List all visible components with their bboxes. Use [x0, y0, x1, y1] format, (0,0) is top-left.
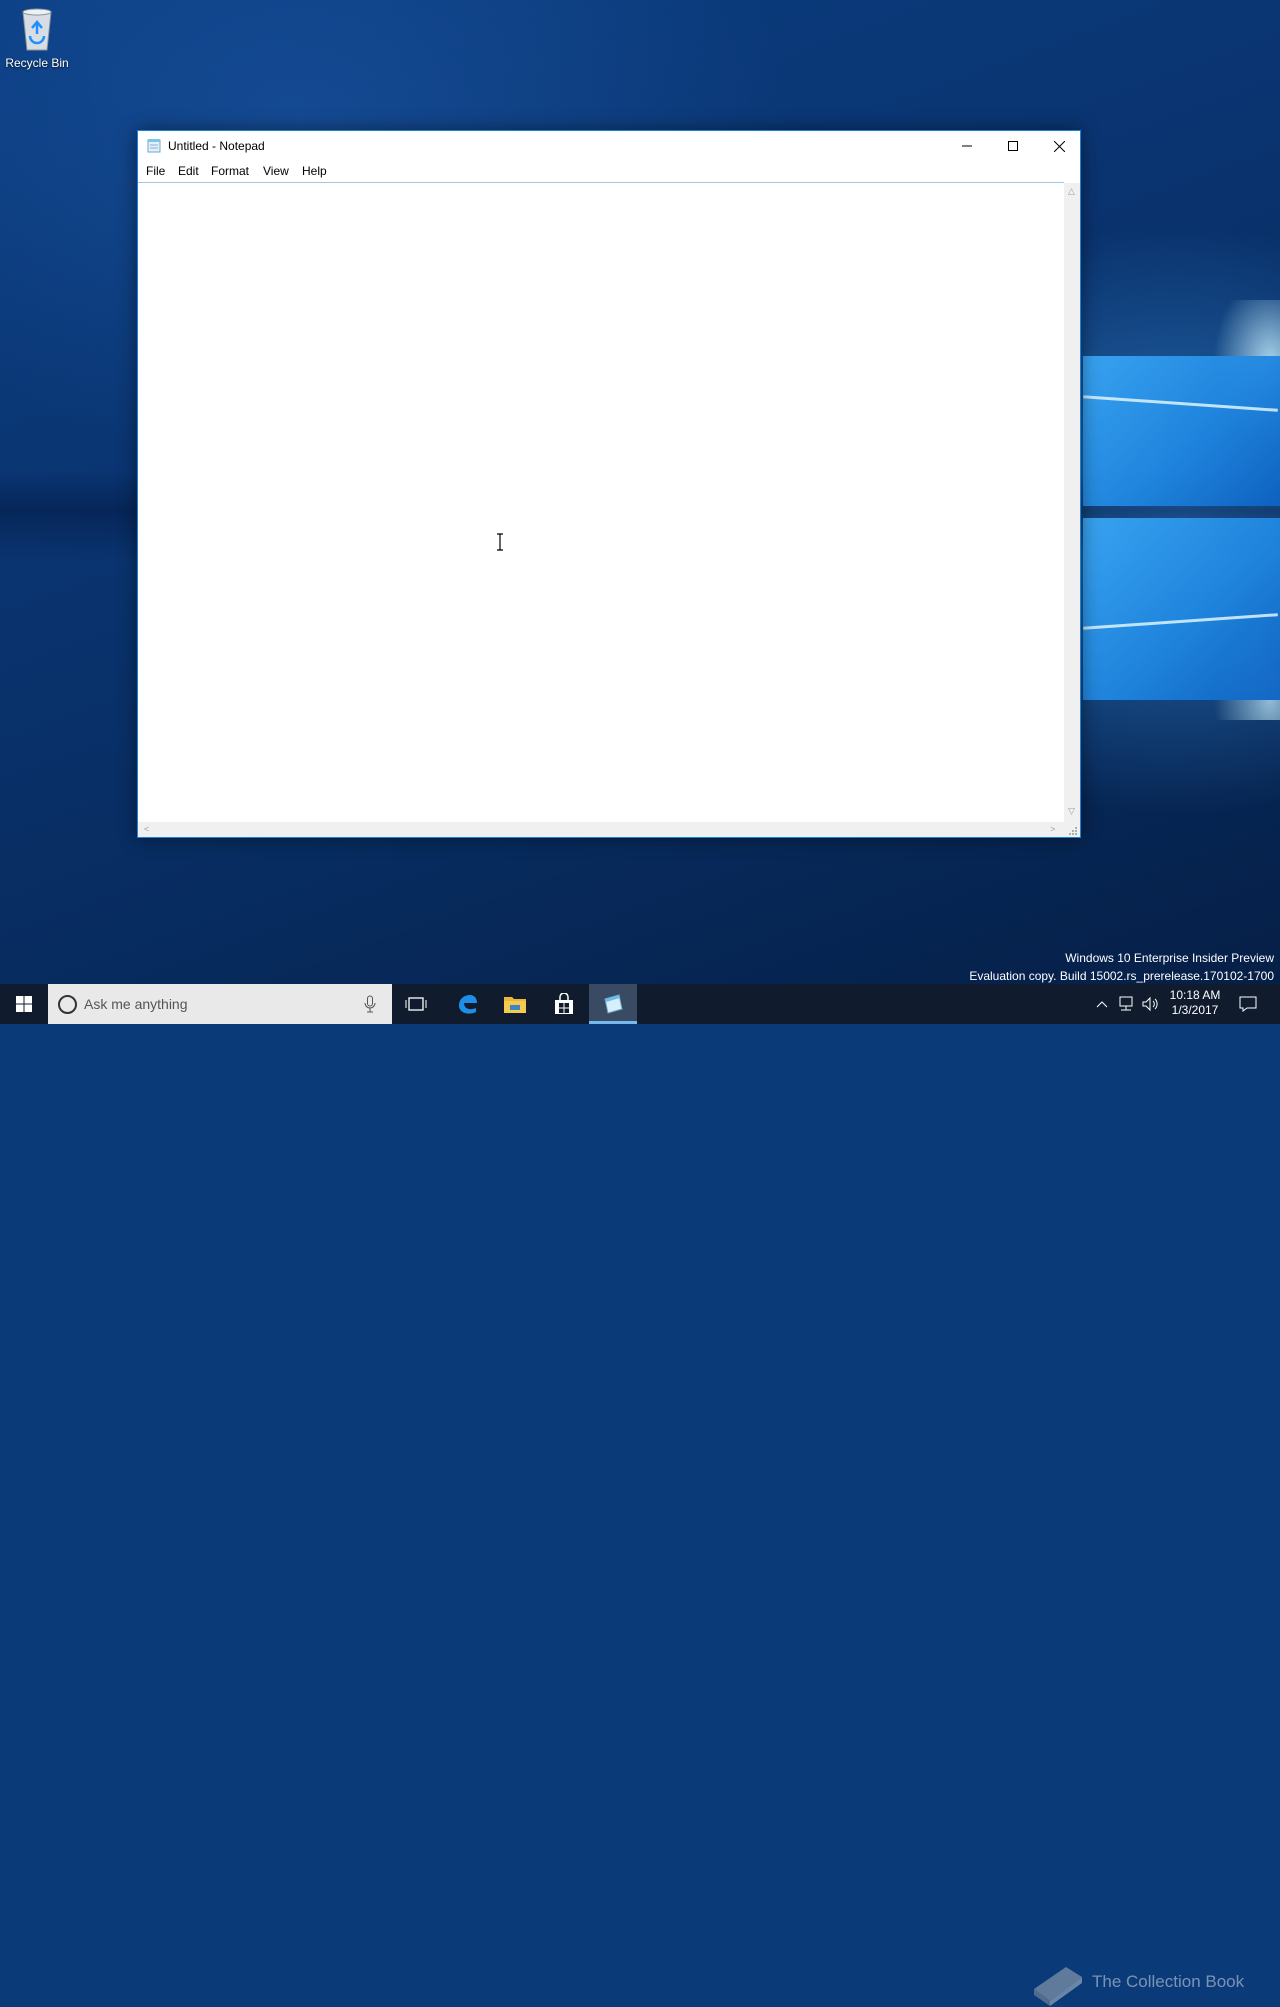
task-view-button[interactable] — [392, 984, 440, 1024]
notification-icon — [1239, 996, 1257, 1012]
scroll-down-icon[interactable]: ▽ — [1068, 807, 1075, 816]
microphone-icon[interactable] — [364, 995, 376, 1013]
title-bar[interactable]: Untitled - Notepad — [138, 131, 1080, 161]
system-clock[interactable]: 10:18 AM 1/3/2017 — [1164, 988, 1226, 1018]
resize-grip-icon — [1069, 827, 1077, 835]
store-icon — [555, 993, 573, 1014]
desktop-icon-recycle-bin[interactable]: Recycle Bin — [4, 6, 70, 70]
network-button[interactable] — [1116, 984, 1136, 1024]
menu-edit[interactable]: Edit — [178, 164, 199, 178]
text-editor[interactable] — [138, 182, 1064, 823]
wallpaper-logo-pane-top — [1083, 356, 1280, 506]
close-button[interactable] — [1036, 131, 1082, 161]
volume-button[interactable] — [1140, 984, 1162, 1024]
scroll-up-icon[interactable]: △ — [1068, 187, 1075, 196]
network-icon — [1119, 996, 1133, 1011]
search-placeholder: Ask me anything — [84, 996, 188, 1012]
menu-view[interactable]: View — [263, 164, 289, 178]
desktop-icon-label: Recycle Bin — [5, 56, 69, 70]
recycle-bin-icon — [22, 8, 52, 51]
start-button[interactable] — [0, 984, 48, 1024]
book-watermark-icon — [1034, 1967, 1082, 2006]
clock-date: 1/3/2017 — [1171, 1003, 1219, 1017]
collection-book-watermark: The Collection Book — [1092, 1972, 1245, 1991]
minimize-button[interactable] — [944, 131, 990, 161]
cortana-search-box[interactable]: Ask me anything — [48, 984, 392, 1024]
notepad-icon — [147, 139, 161, 153]
cortana-icon — [58, 995, 77, 1014]
menu-bar: File Edit Format View Help — [138, 161, 1080, 182]
taskbar-edge[interactable] — [443, 984, 491, 1024]
watermark-build: Evaluation copy. Build 15002.rs_prerelea… — [969, 969, 1274, 983]
watermark-edition: Windows 10 Enterprise Insider Preview — [1065, 951, 1274, 965]
taskbar: Ask me anything The Collection Book 10:1… — [0, 984, 1280, 2006]
notepad-icon — [604, 994, 623, 1014]
maximize-icon — [1008, 141, 1018, 151]
horizontal-scrollbar[interactable]: < > — [138, 822, 1064, 837]
window-title: Untitled - Notepad — [168, 139, 265, 153]
edge-icon — [459, 995, 477, 1014]
vertical-scrollbar[interactable]: △ ▽ — [1064, 183, 1080, 822]
action-center-button[interactable] — [1236, 984, 1260, 1024]
wallpaper-logo-pane-bottom — [1083, 518, 1280, 700]
menu-help[interactable]: Help — [302, 164, 327, 178]
taskbar-store[interactable] — [540, 984, 588, 1024]
task-view-icon — [405, 997, 427, 1011]
chevron-up-icon — [1096, 1001, 1108, 1008]
volume-icon — [1142, 996, 1158, 1012]
maximize-button[interactable] — [990, 131, 1036, 161]
notepad-window: Untitled - Notepad File Edit Format View… — [137, 130, 1081, 838]
scroll-left-icon[interactable]: < — [144, 825, 149, 834]
scroll-right-icon[interactable]: > — [1050, 825, 1055, 834]
text-cursor-icon — [497, 533, 503, 551]
menu-file[interactable]: File — [146, 164, 165, 178]
minimize-icon — [962, 145, 972, 147]
windows-logo-icon — [16, 996, 32, 1012]
taskbar-notepad[interactable] — [589, 984, 637, 1024]
menu-format[interactable]: Format — [211, 164, 249, 178]
resize-grip[interactable] — [1064, 822, 1080, 837]
file-explorer-icon — [504, 997, 526, 1013]
show-hidden-icons-button[interactable] — [1094, 984, 1110, 1024]
taskbar-file-explorer[interactable] — [491, 984, 539, 1024]
close-icon — [1053, 140, 1065, 152]
clock-time: 10:18 AM — [1169, 988, 1221, 1002]
